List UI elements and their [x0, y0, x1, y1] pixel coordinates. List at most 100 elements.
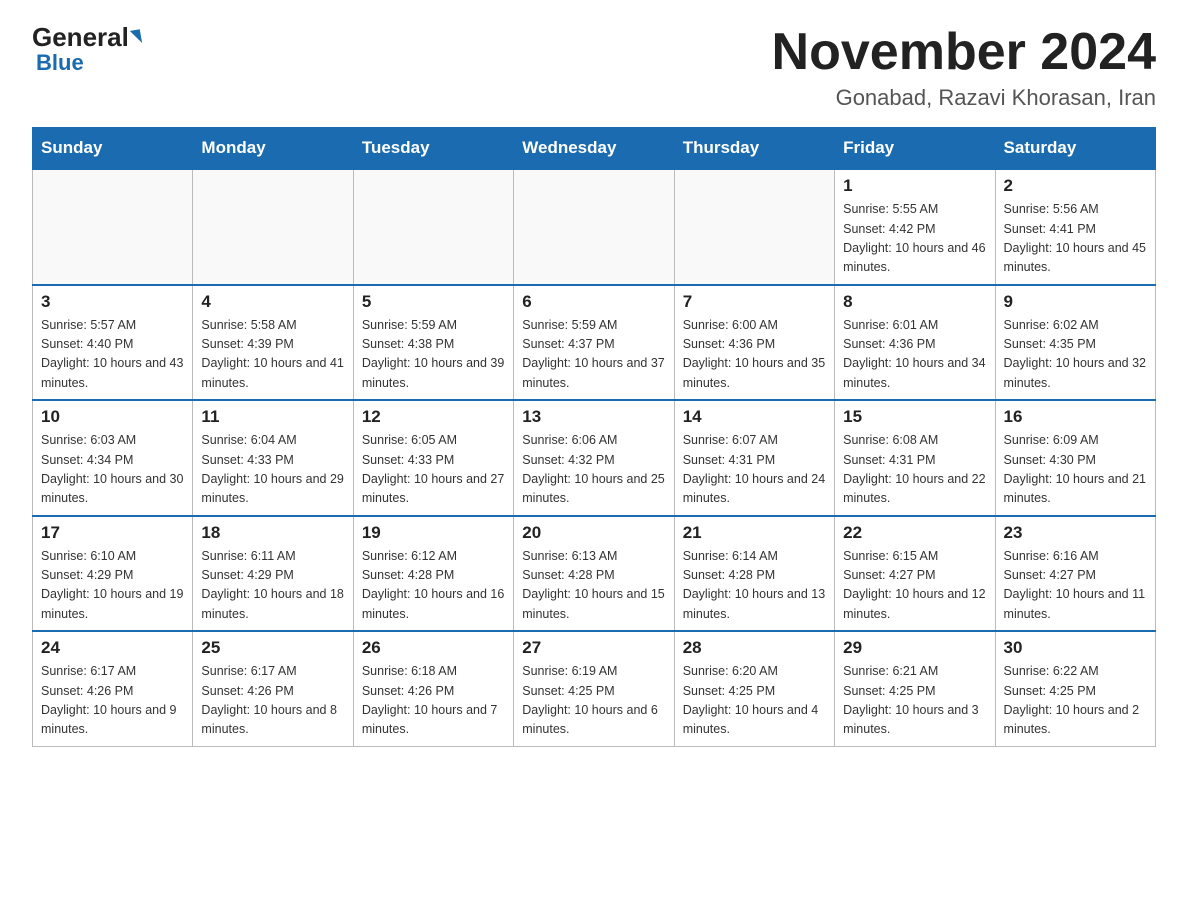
day-info: Sunrise: 6:16 AMSunset: 4:27 PMDaylight:… [1004, 547, 1147, 625]
logo-triangle-icon [130, 29, 142, 45]
week-row-2: 3 Sunrise: 5:57 AMSunset: 4:40 PMDaylight… [33, 285, 1156, 401]
day-info: Sunrise: 6:19 AMSunset: 4:25 PMDaylight:… [522, 662, 665, 740]
calendar-cell: 22 Sunrise: 6:15 AMSunset: 4:27 PMDayligh… [835, 516, 995, 632]
calendar-cell: 7 Sunrise: 6:00 AMSunset: 4:36 PMDaylight… [674, 285, 834, 401]
calendar-cell: 8Sunrise: 6:01 AMSunset: 4:36 PMDaylight… [835, 285, 995, 401]
day-info: Sunrise: 6:00 AMSunset: 4:36 PMDaylight:… [683, 316, 826, 394]
calendar-cell [193, 169, 353, 285]
weekday-header-wednesday: Wednesday [514, 128, 674, 170]
weekday-header-friday: Friday [835, 128, 995, 170]
calendar-table: SundayMondayTuesdayWednesdayThursdayFrid… [32, 127, 1156, 747]
day-number: 26 [362, 638, 505, 658]
day-info: Sunrise: 6:06 AMSunset: 4:32 PMDaylight:… [522, 431, 665, 509]
day-info: Sunrise: 6:20 AMSunset: 4:25 PMDaylight:… [683, 662, 826, 740]
day-number: 18 [201, 523, 344, 543]
calendar-cell: 17 Sunrise: 6:10 AMSunset: 4:29 PMDayligh… [33, 516, 193, 632]
day-number: 14 [683, 407, 826, 427]
day-info: Sunrise: 5:55 AMSunset: 4:42 PMDaylight:… [843, 200, 986, 278]
day-number: 12 [362, 407, 505, 427]
title-area: November 2024 Gonabad, Razavi Khorasan, … [772, 24, 1156, 111]
calendar-cell: 23 Sunrise: 6:16 AMSunset: 4:27 PMDayligh… [995, 516, 1155, 632]
day-info: Sunrise: 6:21 AMSunset: 4:25 PMDaylight:… [843, 662, 986, 740]
calendar-cell: 11 Sunrise: 6:04 AMSunset: 4:33 PMDayligh… [193, 400, 353, 516]
calendar-cell: 18Sunrise: 6:11 AMSunset: 4:29 PMDayligh… [193, 516, 353, 632]
day-info: Sunrise: 6:07 AMSunset: 4:31 PMDaylight:… [683, 431, 826, 509]
day-number: 15 [843, 407, 986, 427]
day-info: Sunrise: 6:01 AMSunset: 4:36 PMDaylight:… [843, 316, 986, 394]
day-number: 16 [1004, 407, 1147, 427]
day-info: Sunrise: 6:10 AMSunset: 4:29 PMDaylight:… [41, 547, 184, 625]
logo-general-text: General [32, 24, 129, 50]
day-number: 2 [1004, 176, 1147, 196]
day-info: Sunrise: 6:12 AMSunset: 4:28 PMDaylight:… [362, 547, 505, 625]
day-number: 1 [843, 176, 986, 196]
day-number: 5 [362, 292, 505, 312]
calendar-cell: 25 Sunrise: 6:17 AMSunset: 4:26 PMDayligh… [193, 631, 353, 746]
weekday-header-saturday: Saturday [995, 128, 1155, 170]
calendar-cell: 6 Sunrise: 5:59 AMSunset: 4:37 PMDaylight… [514, 285, 674, 401]
day-number: 25 [201, 638, 344, 658]
logo-blue-text: Blue [36, 50, 84, 76]
calendar-cell: 2 Sunrise: 5:56 AMSunset: 4:41 PMDaylight… [995, 169, 1155, 285]
calendar-cell [33, 169, 193, 285]
calendar-cell [674, 169, 834, 285]
day-number: 27 [522, 638, 665, 658]
day-info: Sunrise: 5:59 AMSunset: 4:38 PMDaylight:… [362, 316, 505, 394]
calendar-cell: 16Sunrise: 6:09 AMSunset: 4:30 PMDayligh… [995, 400, 1155, 516]
day-info: Sunrise: 6:22 AMSunset: 4:25 PMDaylight:… [1004, 662, 1147, 740]
day-number: 13 [522, 407, 665, 427]
day-number: 7 [683, 292, 826, 312]
day-number: 4 [201, 292, 344, 312]
logo: General Blue [32, 24, 141, 76]
weekday-header-thursday: Thursday [674, 128, 834, 170]
day-number: 3 [41, 292, 184, 312]
day-info: Sunrise: 6:17 AMSunset: 4:26 PMDaylight:… [41, 662, 184, 740]
day-info: Sunrise: 6:08 AMSunset: 4:31 PMDaylight:… [843, 431, 986, 509]
day-info: Sunrise: 6:05 AMSunset: 4:33 PMDaylight:… [362, 431, 505, 509]
calendar-cell: 9Sunrise: 6:02 AMSunset: 4:35 PMDaylight… [995, 285, 1155, 401]
day-info: Sunrise: 6:17 AMSunset: 4:26 PMDaylight:… [201, 662, 344, 740]
calendar-cell: 14 Sunrise: 6:07 AMSunset: 4:31 PMDayligh… [674, 400, 834, 516]
calendar-header-row: SundayMondayTuesdayWednesdayThursdayFrid… [33, 128, 1156, 170]
week-row-1: 1 Sunrise: 5:55 AMSunset: 4:42 PMDaylight… [33, 169, 1156, 285]
weekday-header-tuesday: Tuesday [353, 128, 513, 170]
calendar-cell: 5 Sunrise: 5:59 AMSunset: 4:38 PMDaylight… [353, 285, 513, 401]
month-title: November 2024 [772, 24, 1156, 81]
day-info: Sunrise: 5:57 AMSunset: 4:40 PMDaylight:… [41, 316, 184, 394]
day-number: 11 [201, 407, 344, 427]
day-number: 17 [41, 523, 184, 543]
week-row-5: 24 Sunrise: 6:17 AMSunset: 4:26 PMDayligh… [33, 631, 1156, 746]
day-number: 19 [362, 523, 505, 543]
day-number: 10 [41, 407, 184, 427]
calendar-cell: 27 Sunrise: 6:19 AMSunset: 4:25 PMDayligh… [514, 631, 674, 746]
day-number: 23 [1004, 523, 1147, 543]
calendar-cell: 12 Sunrise: 6:05 AMSunset: 4:33 PMDayligh… [353, 400, 513, 516]
day-info: Sunrise: 6:04 AMSunset: 4:33 PMDaylight:… [201, 431, 344, 509]
day-info: Sunrise: 5:59 AMSunset: 4:37 PMDaylight:… [522, 316, 665, 394]
calendar-cell: 13 Sunrise: 6:06 AMSunset: 4:32 PMDayligh… [514, 400, 674, 516]
day-number: 28 [683, 638, 826, 658]
calendar-cell: 3 Sunrise: 5:57 AMSunset: 4:40 PMDaylight… [33, 285, 193, 401]
day-info: Sunrise: 6:03 AMSunset: 4:34 PMDaylight:… [41, 431, 184, 509]
calendar-cell [514, 169, 674, 285]
day-number: 29 [843, 638, 986, 658]
day-number: 24 [41, 638, 184, 658]
page-header: General Blue November 2024 Gonabad, Raza… [32, 24, 1156, 111]
day-number: 21 [683, 523, 826, 543]
calendar-cell: 21Sunrise: 6:14 AMSunset: 4:28 PMDayligh… [674, 516, 834, 632]
location-title: Gonabad, Razavi Khorasan, Iran [772, 85, 1156, 111]
calendar-cell: 15 Sunrise: 6:08 AMSunset: 4:31 PMDayligh… [835, 400, 995, 516]
day-number: 6 [522, 292, 665, 312]
day-info: Sunrise: 6:15 AMSunset: 4:27 PMDaylight:… [843, 547, 986, 625]
day-number: 20 [522, 523, 665, 543]
day-info: Sunrise: 6:13 AMSunset: 4:28 PMDaylight:… [522, 547, 665, 625]
calendar-cell: 19 Sunrise: 6:12 AMSunset: 4:28 PMDayligh… [353, 516, 513, 632]
weekday-header-sunday: Sunday [33, 128, 193, 170]
day-number: 22 [843, 523, 986, 543]
calendar-cell [353, 169, 513, 285]
calendar-cell: 4Sunrise: 5:58 AMSunset: 4:39 PMDaylight… [193, 285, 353, 401]
calendar-cell: 30Sunrise: 6:22 AMSunset: 4:25 PMDayligh… [995, 631, 1155, 746]
calendar-cell: 26Sunrise: 6:18 AMSunset: 4:26 PMDayligh… [353, 631, 513, 746]
day-info: Sunrise: 5:56 AMSunset: 4:41 PMDaylight:… [1004, 200, 1147, 278]
day-number: 9 [1004, 292, 1147, 312]
